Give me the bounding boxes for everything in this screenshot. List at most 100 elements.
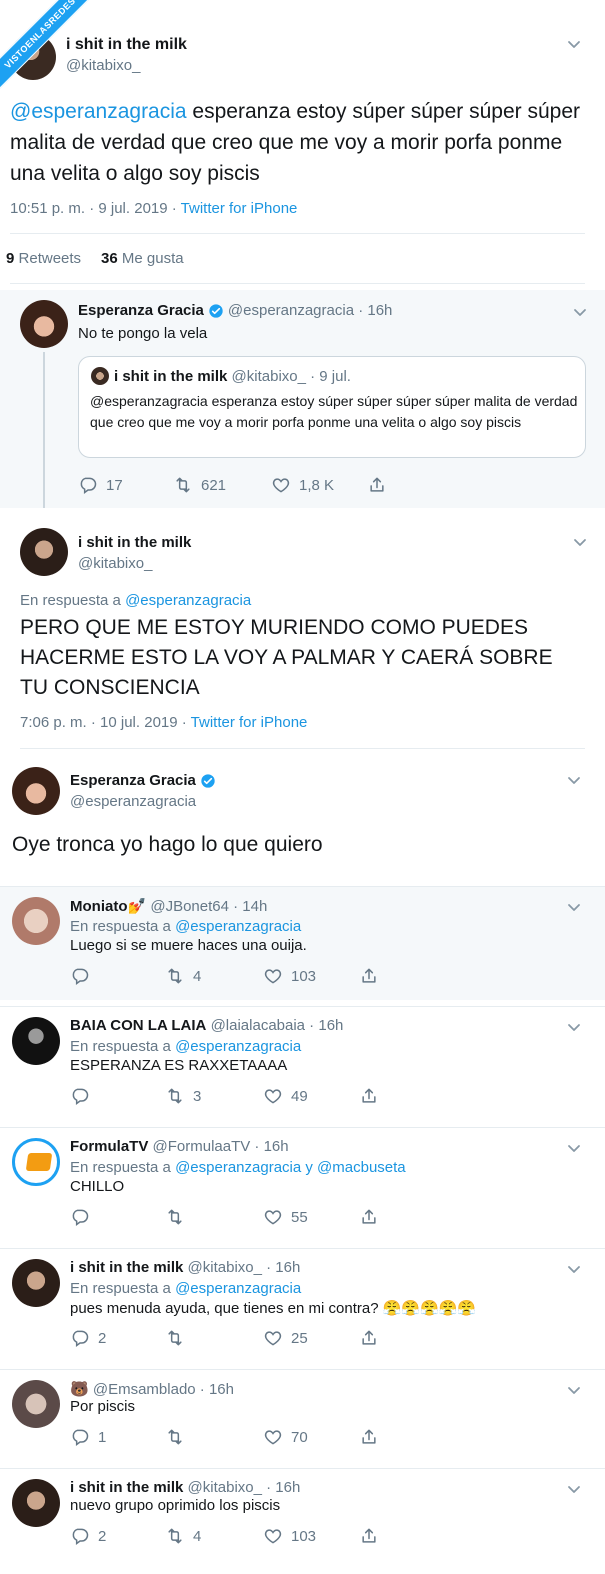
retweet-button[interactable] bbox=[165, 1427, 263, 1447]
like-button[interactable]: 70 bbox=[263, 1427, 359, 1447]
in-reply-label: En respuesta a bbox=[70, 1280, 176, 1297]
divider bbox=[10, 283, 585, 284]
chevron-down-icon[interactable] bbox=[566, 1140, 582, 1156]
heart-icon bbox=[271, 475, 291, 495]
avatar[interactable] bbox=[12, 1380, 60, 1428]
quoted-tweet[interactable]: i shit in the milk @kitabixo_ · 9 jul. @… bbox=[78, 356, 586, 458]
mention-link[interactable]: @esperanzagracia bbox=[125, 592, 251, 609]
reply-button[interactable]: 1 bbox=[70, 1427, 165, 1447]
like-button[interactable]: 25 bbox=[263, 1328, 359, 1348]
author-name[interactable]: Esperanza Gracia bbox=[70, 772, 196, 789]
author-handle[interactable]: @kitabixo_ · 16h bbox=[188, 1259, 301, 1276]
author-handle[interactable]: @kitabixo_ bbox=[78, 555, 152, 572]
reply-button[interactable]: 2 bbox=[70, 1328, 165, 1348]
chevron-down-icon[interactable] bbox=[566, 1382, 582, 1398]
reply-button[interactable] bbox=[70, 966, 165, 986]
author-name[interactable]: i shit in the milk bbox=[70, 1259, 183, 1276]
reply-text: ESPERANZA ES RAXXETAAAA bbox=[70, 1057, 288, 1074]
author-name[interactable]: BAIA CON LA LAIA bbox=[70, 1017, 206, 1034]
avatar[interactable] bbox=[12, 897, 60, 945]
author-handle[interactable]: @kitabixo_ · 16h bbox=[188, 1479, 301, 1496]
likes-count: 36 bbox=[101, 250, 118, 267]
reply-button[interactable] bbox=[70, 1086, 165, 1106]
chevron-down-icon[interactable] bbox=[566, 772, 582, 788]
avatar[interactable] bbox=[12, 1259, 60, 1307]
tweet-text: No te pongo la vela bbox=[78, 325, 208, 342]
author-name[interactable]: i shit in the milk bbox=[78, 534, 191, 551]
reply-item[interactable]: BAIA CON LA LAIA @laialacabaia · 16h En … bbox=[0, 1006, 605, 1124]
author-handle[interactable]: @esperanzagracia bbox=[70, 793, 196, 810]
retweets-count: 9 bbox=[6, 250, 15, 267]
chevron-down-icon[interactable] bbox=[572, 534, 588, 550]
author-handle[interactable]: @FormulaaTV · 16h bbox=[153, 1138, 289, 1155]
retweet-button[interactable]: 3 bbox=[165, 1086, 263, 1106]
share-button[interactable] bbox=[359, 966, 379, 986]
share-button[interactable] bbox=[359, 1207, 379, 1227]
source-link[interactable]: Twitter for iPhone bbox=[181, 200, 298, 217]
reply-item[interactable]: FormulaTV @FormulaaTV · 16h En respuesta… bbox=[0, 1127, 605, 1245]
in-reply-label: En respuesta a bbox=[70, 1159, 176, 1176]
like-button[interactable]: 103 bbox=[263, 1526, 359, 1546]
reply-button[interactable]: 17 bbox=[78, 475, 173, 495]
share-button[interactable] bbox=[359, 1427, 379, 1447]
mention-link[interactable]: @esperanzagracia bbox=[10, 100, 187, 123]
reply-tweet: Esperanza Gracia @esperanzagracia · 16h … bbox=[0, 290, 605, 508]
author-handle[interactable]: @Emsamblado · 16h bbox=[93, 1381, 234, 1398]
avatar[interactable] bbox=[20, 528, 68, 576]
share-button[interactable] bbox=[367, 475, 387, 495]
avatar[interactable] bbox=[12, 767, 60, 815]
source-link[interactable]: Twitter for iPhone bbox=[191, 714, 308, 731]
retweet-button[interactable]: 4 bbox=[165, 966, 263, 986]
mention-link[interactable]: @esperanzagracia bbox=[175, 1280, 301, 1297]
author-name[interactable]: FormulaTV bbox=[70, 1138, 148, 1155]
author-handle[interactable]: @laialacabaia · 16h bbox=[211, 1017, 344, 1034]
reply-count: 17 bbox=[106, 476, 123, 494]
avatar bbox=[91, 367, 109, 385]
author-handle[interactable]: @JBonet64 · 14h bbox=[150, 898, 267, 915]
chevron-down-icon[interactable] bbox=[566, 1019, 582, 1035]
reply-header: Moniato💅 @JBonet64 · 14h bbox=[70, 897, 267, 915]
author-name[interactable]: Moniato💅 bbox=[70, 898, 146, 915]
chevron-down-icon[interactable] bbox=[572, 304, 588, 320]
retweets-stat[interactable]: 9 Retweets bbox=[6, 250, 81, 267]
avatar[interactable] bbox=[12, 1479, 60, 1527]
author-name[interactable]: 🐻 bbox=[70, 1381, 89, 1398]
reply-item[interactable]: i shit in the milk @kitabixo_ · 16h En r… bbox=[0, 1248, 605, 1366]
like-button[interactable]: 1,8 K bbox=[271, 475, 367, 495]
chevron-down-icon[interactable] bbox=[566, 1261, 582, 1277]
retweet-button[interactable] bbox=[165, 1207, 263, 1227]
avatar[interactable] bbox=[12, 1017, 60, 1065]
author-name[interactable]: i shit in the milk bbox=[66, 36, 187, 54]
author-handle[interactable]: @esperanzagracia · 16h bbox=[228, 302, 393, 319]
mention-link[interactable]: @esperanzagracia bbox=[175, 1038, 301, 1055]
reply-item[interactable]: Moniato💅 @JBonet64 · 14h En respuesta a … bbox=[0, 886, 605, 1000]
author-name[interactable]: i shit in the milk bbox=[70, 1479, 183, 1496]
author-handle[interactable]: @kitabixo_ bbox=[66, 57, 140, 74]
chevron-down-icon[interactable] bbox=[566, 36, 582, 52]
avatar[interactable] bbox=[12, 1138, 60, 1186]
tweet-timestamp: 7:06 p. m. · 10 jul. 2019 · Twitter for … bbox=[20, 714, 307, 731]
quote-text: @esperanzagracia esperanza estoy súper s… bbox=[90, 393, 578, 430]
mention-link[interactable]: @esperanzagracia y @macbuseta bbox=[175, 1159, 406, 1176]
like-button[interactable]: 55 bbox=[263, 1207, 359, 1227]
share-button[interactable] bbox=[359, 1328, 379, 1348]
reply-button[interactable]: 2 bbox=[70, 1526, 165, 1546]
mention-link[interactable]: @esperanzagracia bbox=[175, 918, 301, 935]
retweet-button[interactable]: 4 bbox=[165, 1526, 263, 1546]
reply-item[interactable]: 🐻 @Emsamblado · 16h Por piscis 1 70 bbox=[0, 1369, 605, 1465]
avatar[interactable] bbox=[20, 300, 68, 348]
retweet-button[interactable]: 621 bbox=[173, 475, 271, 495]
chevron-down-icon[interactable] bbox=[566, 1481, 582, 1497]
retweet-button[interactable] bbox=[165, 1328, 263, 1348]
timestamp-text[interactable]: 7:06 p. m. · 10 jul. 2019 · bbox=[20, 714, 191, 731]
likes-stat[interactable]: 36 Me gusta bbox=[101, 250, 184, 267]
like-button[interactable]: 49 bbox=[263, 1086, 359, 1106]
author-name[interactable]: Esperanza Gracia bbox=[78, 302, 204, 319]
chevron-down-icon[interactable] bbox=[566, 899, 582, 915]
share-button[interactable] bbox=[359, 1526, 379, 1546]
reply-item[interactable]: i shit in the milk @kitabixo_ · 16h nuev… bbox=[0, 1468, 605, 1564]
reply-button[interactable] bbox=[70, 1207, 165, 1227]
like-button[interactable]: 103 bbox=[263, 966, 359, 986]
share-button[interactable] bbox=[359, 1086, 379, 1106]
timestamp-text[interactable]: 10:51 p. m. · 9 jul. 2019 · bbox=[10, 200, 181, 217]
